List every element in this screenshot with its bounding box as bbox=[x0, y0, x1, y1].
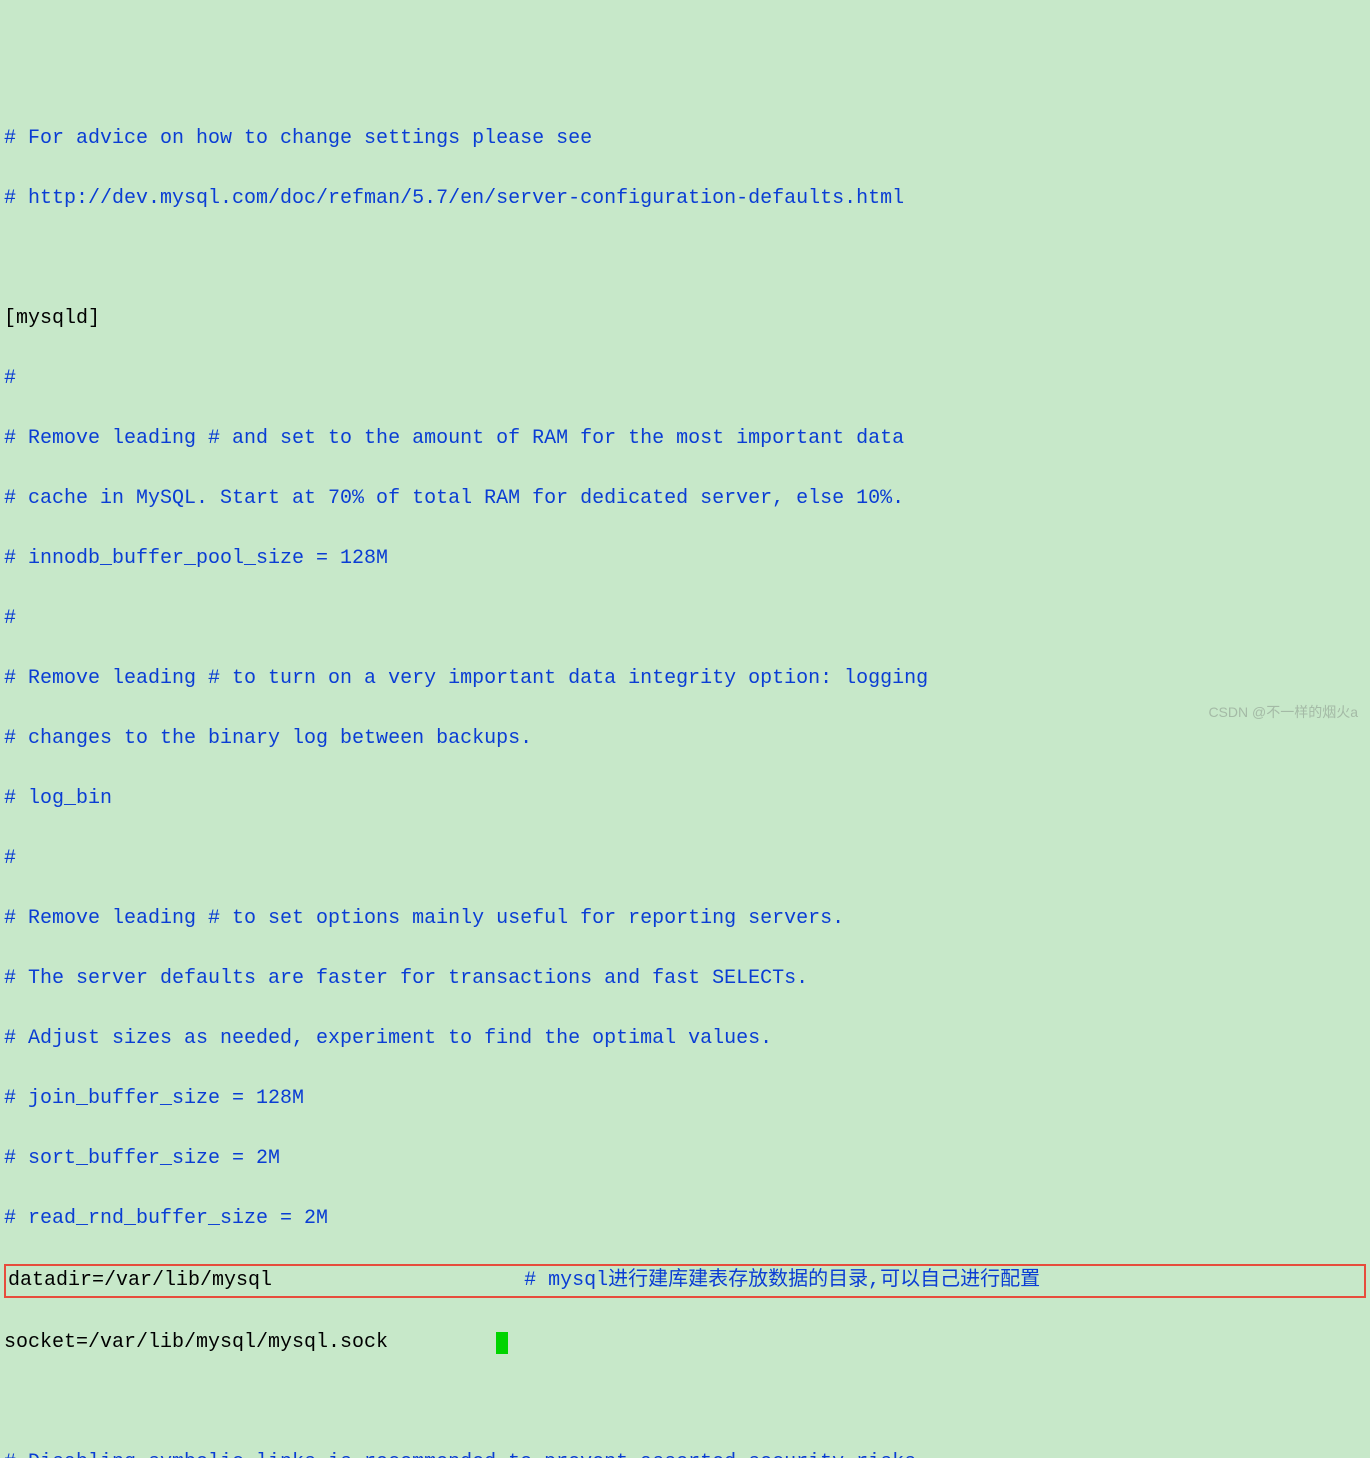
padding bbox=[272, 1269, 524, 1292]
socket-setting: socket=/var/lib/mysql/mysql.sock bbox=[4, 1331, 388, 1354]
datadir-comment: # mysql进行建库建表存放数据的目录,可以自己进行配置 bbox=[524, 1269, 1040, 1292]
config-comment-line: # Adjust sizes as needed, experiment to … bbox=[4, 1024, 1366, 1054]
config-comment-line: # Disabling symbolic-links is recommende… bbox=[4, 1448, 1366, 1458]
blank-line bbox=[4, 244, 1366, 274]
config-section-header: [mysqld] bbox=[4, 304, 1366, 334]
config-comment-line: # For advice on how to change settings p… bbox=[4, 124, 1366, 154]
terminal-cursor[interactable] bbox=[496, 1332, 508, 1354]
config-comment-line: # bbox=[4, 844, 1366, 874]
config-comment-line: # sort_buffer_size = 2M bbox=[4, 1144, 1366, 1174]
config-comment-line: # bbox=[4, 604, 1366, 634]
blank-line bbox=[4, 1388, 1366, 1418]
config-comment-line: # join_buffer_size = 128M bbox=[4, 1084, 1366, 1114]
config-comment-line: # innodb_buffer_pool_size = 128M bbox=[4, 544, 1366, 574]
config-comment-line: # The server defaults are faster for tra… bbox=[4, 964, 1366, 994]
config-comment-line: # bbox=[4, 364, 1366, 394]
datadir-setting: datadir=/var/lib/mysql bbox=[8, 1269, 272, 1292]
config-comment-line: # Remove leading # to turn on a very imp… bbox=[4, 664, 1366, 694]
config-comment-line: # http://dev.mysql.com/doc/refman/5.7/en… bbox=[4, 184, 1366, 214]
annotation-highlight-box: datadir=/var/lib/mysql # mysql进行建库建表存放数据… bbox=[4, 1264, 1366, 1298]
padding bbox=[388, 1331, 496, 1354]
config-comment-line: # log_bin bbox=[4, 784, 1366, 814]
watermark-text: CSDN @不一样的烟火a bbox=[1208, 702, 1358, 723]
config-comment-line: # read_rnd_buffer_size = 2M bbox=[4, 1204, 1366, 1234]
config-comment-line: # cache in MySQL. Start at 70% of total … bbox=[4, 484, 1366, 514]
config-comment-line: # Remove leading # to set options mainly… bbox=[4, 904, 1366, 934]
config-comment-line: # Remove leading # and set to the amount… bbox=[4, 424, 1366, 454]
socket-line: socket=/var/lib/mysql/mysql.sock bbox=[4, 1328, 1366, 1358]
